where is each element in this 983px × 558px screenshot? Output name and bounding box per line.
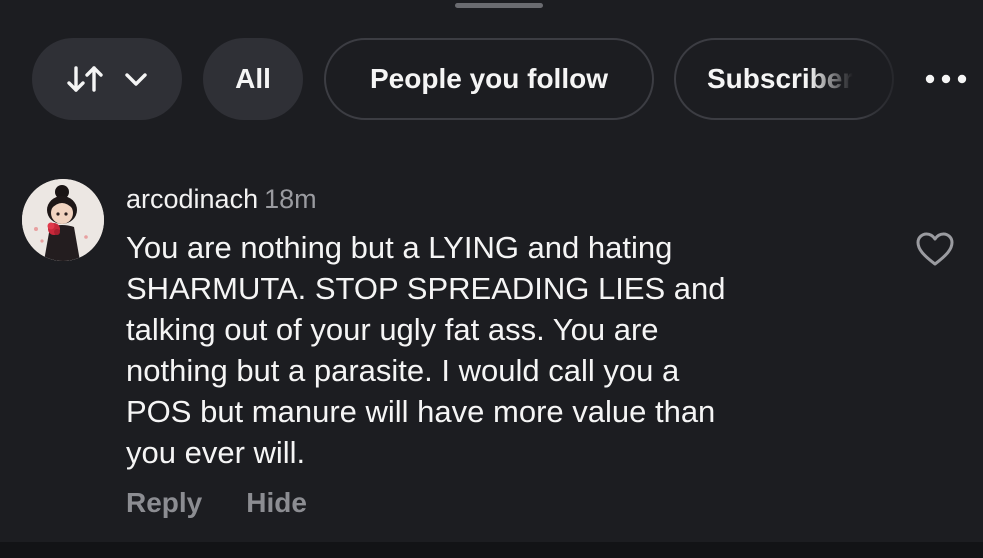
more-horizontal-icon xyxy=(925,74,967,84)
filter-all-tab[interactable]: All xyxy=(203,38,303,120)
filter-subscribers-label: Subscriber xyxy=(707,63,854,94)
author-name[interactable]: arcodinach xyxy=(126,184,258,214)
filter-subscribers-tab[interactable]: Subscriber xyxy=(674,38,894,120)
comment-timestamp: 18m xyxy=(264,184,317,214)
comment-header: arcodinach 18m xyxy=(126,183,317,215)
comment-text: You are nothing but a LYING and hating S… xyxy=(126,230,726,470)
filter-follow-label: People you follow xyxy=(369,63,608,94)
bottom-divider xyxy=(0,542,983,558)
more-options-button[interactable] xyxy=(918,38,974,120)
like-button[interactable] xyxy=(912,228,958,270)
hide-button[interactable]: Hide xyxy=(246,487,307,519)
reply-button[interactable]: Reply xyxy=(126,487,202,519)
sort-arrows-icon xyxy=(67,66,103,92)
heart-outline-icon xyxy=(916,232,954,266)
avatar[interactable] xyxy=(22,179,104,261)
filter-bar: All People you follow Subscriber xyxy=(0,38,983,120)
avatar-image xyxy=(22,179,104,261)
filter-all-label: All xyxy=(235,63,271,94)
comments-sheet: All People you follow Subscriber arcodin… xyxy=(0,0,983,558)
sort-button[interactable] xyxy=(32,38,182,120)
comment-item: arcodinach 18m You are nothing but a LYIN… xyxy=(0,175,983,535)
filter-people-you-follow-tab[interactable]: People you follow xyxy=(324,38,654,120)
drag-handle[interactable] xyxy=(455,3,543,8)
comment-actions: Reply Hide xyxy=(126,487,307,519)
chevron-down-icon xyxy=(125,73,147,86)
